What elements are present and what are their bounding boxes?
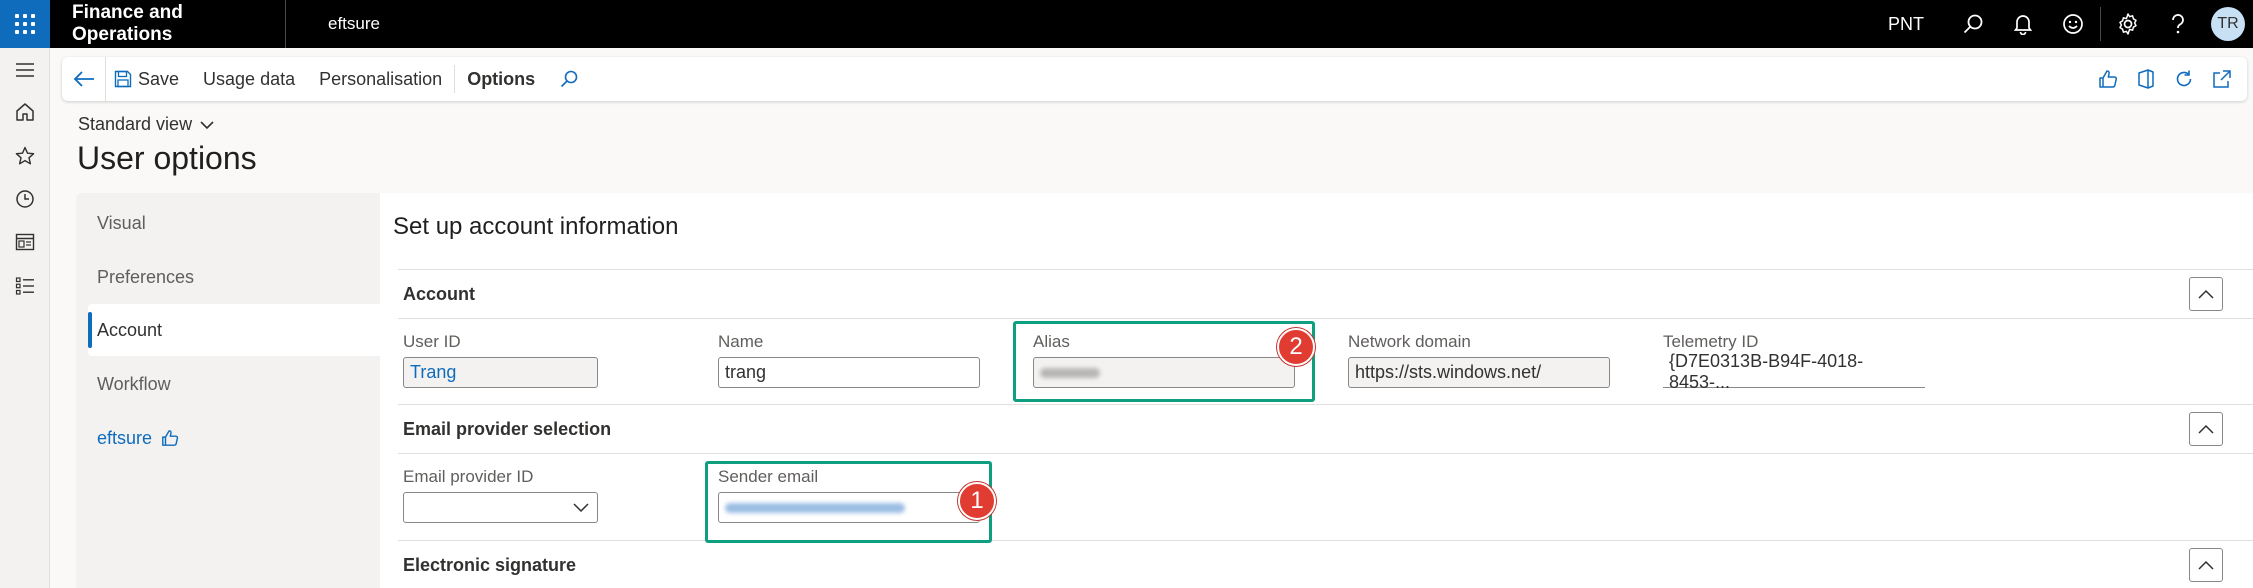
like-button[interactable] <box>2089 57 2127 101</box>
annotation-badge-2: 2 <box>1277 328 1315 366</box>
save-button[interactable]: Save <box>106 57 191 101</box>
chevron-down-icon <box>573 502 589 512</box>
expand-nav-button[interactable] <box>0 50 50 90</box>
user-id-label: User ID <box>403 332 461 351</box>
nav-workspaces[interactable] <box>0 222 50 262</box>
back-arrow-icon <box>73 71 94 87</box>
network-domain-label: Network domain <box>1348 332 1471 351</box>
section-electronic-signature-header[interactable]: Electronic signature <box>398 540 2253 588</box>
section-account-header[interactable]: Account <box>398 269 2253 319</box>
email-provider-id-label: Email provider ID <box>403 467 534 486</box>
search-icon <box>561 70 578 88</box>
collapse-account-button[interactable] <box>2189 277 2223 311</box>
network-domain-input[interactable]: https://sts.windows.net/ <box>1348 357 1610 388</box>
tab-preferences[interactable]: Preferences <box>88 251 380 303</box>
gear-icon <box>2119 13 2137 35</box>
tab-account[interactable]: Account <box>88 304 380 356</box>
telemetry-id-input[interactable]: {D7E0313B-B94F-4018-8453-... <box>1663 351 1925 392</box>
search-icon <box>1963 14 1983 34</box>
app-title[interactable]: Finance and Operations <box>50 0 286 48</box>
name-input[interactable]: trang <box>718 357 980 388</box>
options-button[interactable]: Options <box>455 57 547 101</box>
name-field: Name trang <box>718 332 980 388</box>
nav-recent[interactable] <box>0 179 50 219</box>
section-electronic-signature-title: Electronic signature <box>403 554 577 575</box>
collapse-email-provider-button[interactable] <box>2189 412 2223 446</box>
office-icon <box>2138 69 2154 89</box>
chevron-up-icon <box>2198 289 2214 299</box>
annotation-badge-1: 1 <box>958 482 996 520</box>
section-email-provider-header[interactable]: Email provider selection <box>398 404 2253 454</box>
nav-favorites[interactable] <box>0 136 50 176</box>
settings-button[interactable] <box>2103 0 2153 48</box>
search-button[interactable] <box>1948 0 1998 48</box>
hamburger-icon <box>16 63 34 77</box>
save-label: Save <box>138 68 180 89</box>
back-button[interactable] <box>62 57 106 101</box>
office-button[interactable] <box>2127 57 2165 101</box>
refresh-button[interactable] <box>2165 57 2203 101</box>
email-provider-id-field: Email provider ID <box>403 467 598 523</box>
question-icon <box>2172 14 2184 34</box>
user-id-field: User ID Trang <box>403 332 598 388</box>
user-id-input[interactable]: Trang <box>403 357 598 388</box>
name-label: Name <box>718 332 764 351</box>
usage-data-button[interactable]: Usage data <box>191 57 307 101</box>
thumbs-up-icon <box>162 430 179 446</box>
feedback-button[interactable] <box>2048 0 2098 48</box>
left-navigation <box>0 48 50 588</box>
content-title: Set up account information <box>393 213 679 240</box>
telemetry-id-field: Telemetry ID {D7E0313B-B94F-4018-8453-..… <box>1663 332 1925 392</box>
save-icon <box>114 70 132 88</box>
thumbs-up-icon <box>2099 70 2118 88</box>
view-selector-label: Standard view <box>78 114 193 134</box>
network-domain-field: Network domain https://sts.windows.net/ <box>1348 332 1610 388</box>
personalisation-button[interactable]: Personalisation <box>307 57 454 101</box>
highlight-box-alias <box>1013 321 1315 402</box>
top-bar: Finance and Operations eftsure PNT TR <box>0 0 2253 48</box>
user-avatar[interactable]: TR <box>2211 7 2245 41</box>
notifications-button[interactable] <box>1998 0 2048 48</box>
waffle-icon <box>15 14 35 34</box>
help-button[interactable] <box>2153 0 2203 48</box>
nav-home[interactable] <box>0 92 50 132</box>
chevron-up-icon <box>2198 560 2214 570</box>
tab-eftsure[interactable]: eftsure <box>88 412 380 464</box>
section-email-provider-title: Email provider selection <box>403 418 612 439</box>
chevron-down-icon <box>200 120 214 129</box>
star-icon <box>15 146 35 165</box>
workspace-icon <box>15 233 35 251</box>
tab-eftsure-label: eftsure <box>97 427 153 448</box>
legal-entity-button[interactable]: PNT <box>1888 14 1924 35</box>
refresh-icon <box>2176 70 2192 87</box>
highlight-box-sender-email <box>705 461 992 543</box>
tab-workflow[interactable]: Workflow <box>88 358 380 410</box>
home-icon <box>16 103 34 121</box>
list-icon <box>15 277 34 295</box>
bell-icon <box>2013 15 2033 35</box>
smiley-icon <box>2063 14 2083 34</box>
section-account-title: Account <box>403 283 475 304</box>
vertical-tabs: Visual Preferences Account Workflow efts… <box>76 193 380 588</box>
page-title: User options <box>77 140 257 176</box>
app-launcher-button[interactable] <box>0 0 50 48</box>
tab-content-account: Set up account information Account User … <box>380 193 2253 588</box>
action-pane: Save Usage data Personalisation Options <box>62 57 2247 101</box>
clock-icon <box>16 190 34 208</box>
pop-out-icon <box>2213 70 2231 88</box>
collapse-electronic-signature-button[interactable] <box>2189 548 2223 582</box>
action-search-button[interactable] <box>547 57 591 101</box>
nav-modules[interactable] <box>0 266 50 306</box>
email-provider-id-select[interactable] <box>403 492 598 523</box>
company-name: eftsure <box>328 14 380 33</box>
tab-visual[interactable]: Visual <box>88 197 380 249</box>
open-new-window-button[interactable] <box>2203 57 2241 101</box>
telemetry-id-label: Telemetry ID <box>1663 332 1759 351</box>
chevron-up-icon <box>2198 424 2214 434</box>
view-selector[interactable]: Standard view <box>78 114 214 135</box>
